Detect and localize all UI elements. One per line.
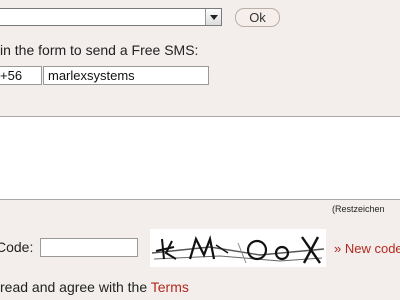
country-select[interactable] xyxy=(0,8,222,26)
remaining-characters-label: (Restzeichen xyxy=(332,204,385,214)
chevron-down-icon[interactable] xyxy=(205,9,221,25)
message-textarea[interactable] xyxy=(0,116,400,200)
ok-button[interactable]: Ok xyxy=(235,8,280,27)
new-code-link[interactable]: » New code xyxy=(334,241,400,256)
captcha-image xyxy=(150,229,326,267)
terms-text: read and agree with the xyxy=(0,279,151,295)
captcha-code-input[interactable] xyxy=(40,238,138,257)
terms-link[interactable]: Terms xyxy=(151,279,189,295)
code-label: Code: xyxy=(0,239,34,255)
terms-agreement: read and agree with the Terms xyxy=(0,279,189,295)
country-prefix-field[interactable]: +56 xyxy=(0,66,42,85)
form-instructions: in the form to send a Free SMS: xyxy=(0,42,199,58)
phone-number-field[interactable]: marlexsystems xyxy=(43,66,209,85)
